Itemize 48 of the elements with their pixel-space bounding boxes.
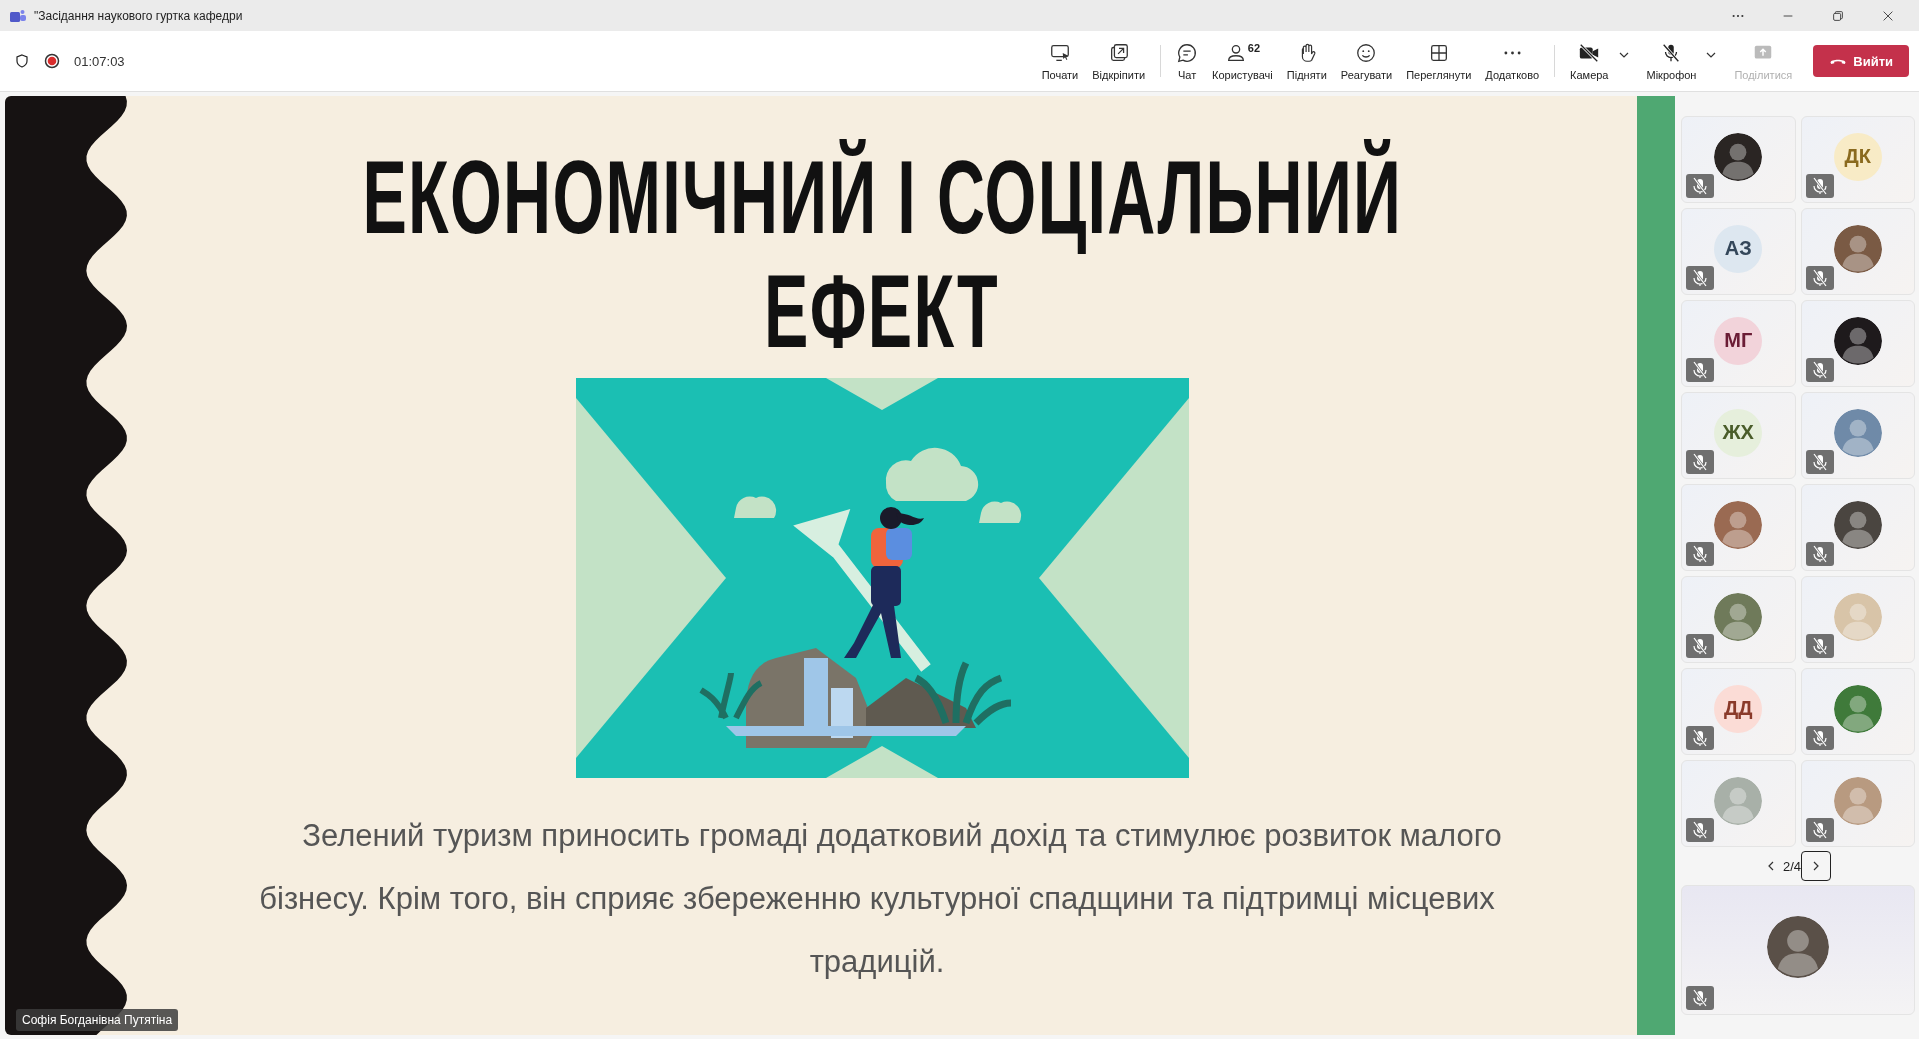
participant-tile[interactable]: [1681, 484, 1796, 571]
slide-title: ЕКОНОМІЧНИЙ І СОЦІАЛЬНИЙ: [362, 140, 1402, 254]
participant-tile[interactable]: [1800, 760, 1915, 847]
initials-avatar: ДК: [1833, 132, 1882, 181]
participant-tile[interactable]: ДК: [1800, 116, 1915, 203]
next-page-button[interactable]: [1801, 851, 1832, 881]
self-video-tile[interactable]: [1681, 885, 1915, 1015]
participant-tile[interactable]: [1800, 300, 1915, 387]
participant-tile[interactable]: ЖХ: [1681, 392, 1796, 479]
restore-icon[interactable]: [1831, 8, 1845, 23]
participant-tile[interactable]: АЗ: [1681, 208, 1796, 295]
participant-tile[interactable]: ДД: [1681, 668, 1796, 755]
participant-tile[interactable]: [1800, 392, 1915, 479]
slide-paragraph: Зелений туризм приносить громаді додатковий дохід та стимулює розвиток малого бізнесу. Крім того, він сприяє збереженню культурної спадщини та підтримці місцевих традицій.: [258, 817, 1503, 981]
camera-off-icon: [1578, 41, 1601, 64]
pop-out-button[interactable]: Відкріпити: [1085, 37, 1153, 85]
participant-tile[interactable]: [1681, 576, 1796, 663]
participant-tile[interactable]: [1681, 116, 1796, 203]
participant-tile[interactable]: МГ: [1681, 300, 1796, 387]
slide-title: ЕФЕКТ: [764, 254, 1000, 368]
people-button[interactable]: 62 Користувачі: [1205, 37, 1280, 85]
view-button[interactable]: Переглянути: [1399, 37, 1479, 85]
mic-button[interactable]: Мікрофон: [1639, 37, 1704, 85]
initials-avatar: ЖХ: [1714, 408, 1763, 457]
camera-button[interactable]: Камера: [1563, 37, 1616, 85]
more-button[interactable]: Додатково: [1478, 37, 1547, 85]
smiley-icon: [1355, 41, 1378, 64]
participant-tile[interactable]: [1800, 208, 1915, 295]
initials-avatar: МГ: [1714, 316, 1763, 365]
participant-tile[interactable]: [1800, 668, 1915, 755]
participant-tile[interactable]: [1681, 760, 1796, 847]
leave-button[interactable]: Вийти: [1813, 45, 1909, 77]
initials-avatar: ДД: [1714, 684, 1763, 733]
hand-button[interactable]: Підняти: [1279, 37, 1334, 85]
react-button[interactable]: Реагувати: [1333, 37, 1400, 85]
shield-icon[interactable]: [14, 53, 30, 69]
participant-tile[interactable]: [1800, 576, 1915, 663]
participant-tile[interactable]: [1800, 484, 1915, 571]
initials-avatar: АЗ: [1714, 224, 1763, 273]
share-screen-button[interactable]: Почати: [1034, 37, 1086, 85]
window-title: "Засідання наукового гуртка кафедри: [34, 8, 243, 23]
teams-logo-icon: [10, 8, 26, 23]
page-indicator: 2/4: [1782, 858, 1802, 874]
meeting-timer: 01:07:03: [74, 53, 125, 69]
chat-button[interactable]: Чат: [1169, 37, 1206, 85]
more-icon: [1503, 50, 1521, 55]
chat-icon: [1176, 41, 1199, 64]
presenter-name-label: Софія Богданівна Путятіна: [16, 1009, 179, 1031]
